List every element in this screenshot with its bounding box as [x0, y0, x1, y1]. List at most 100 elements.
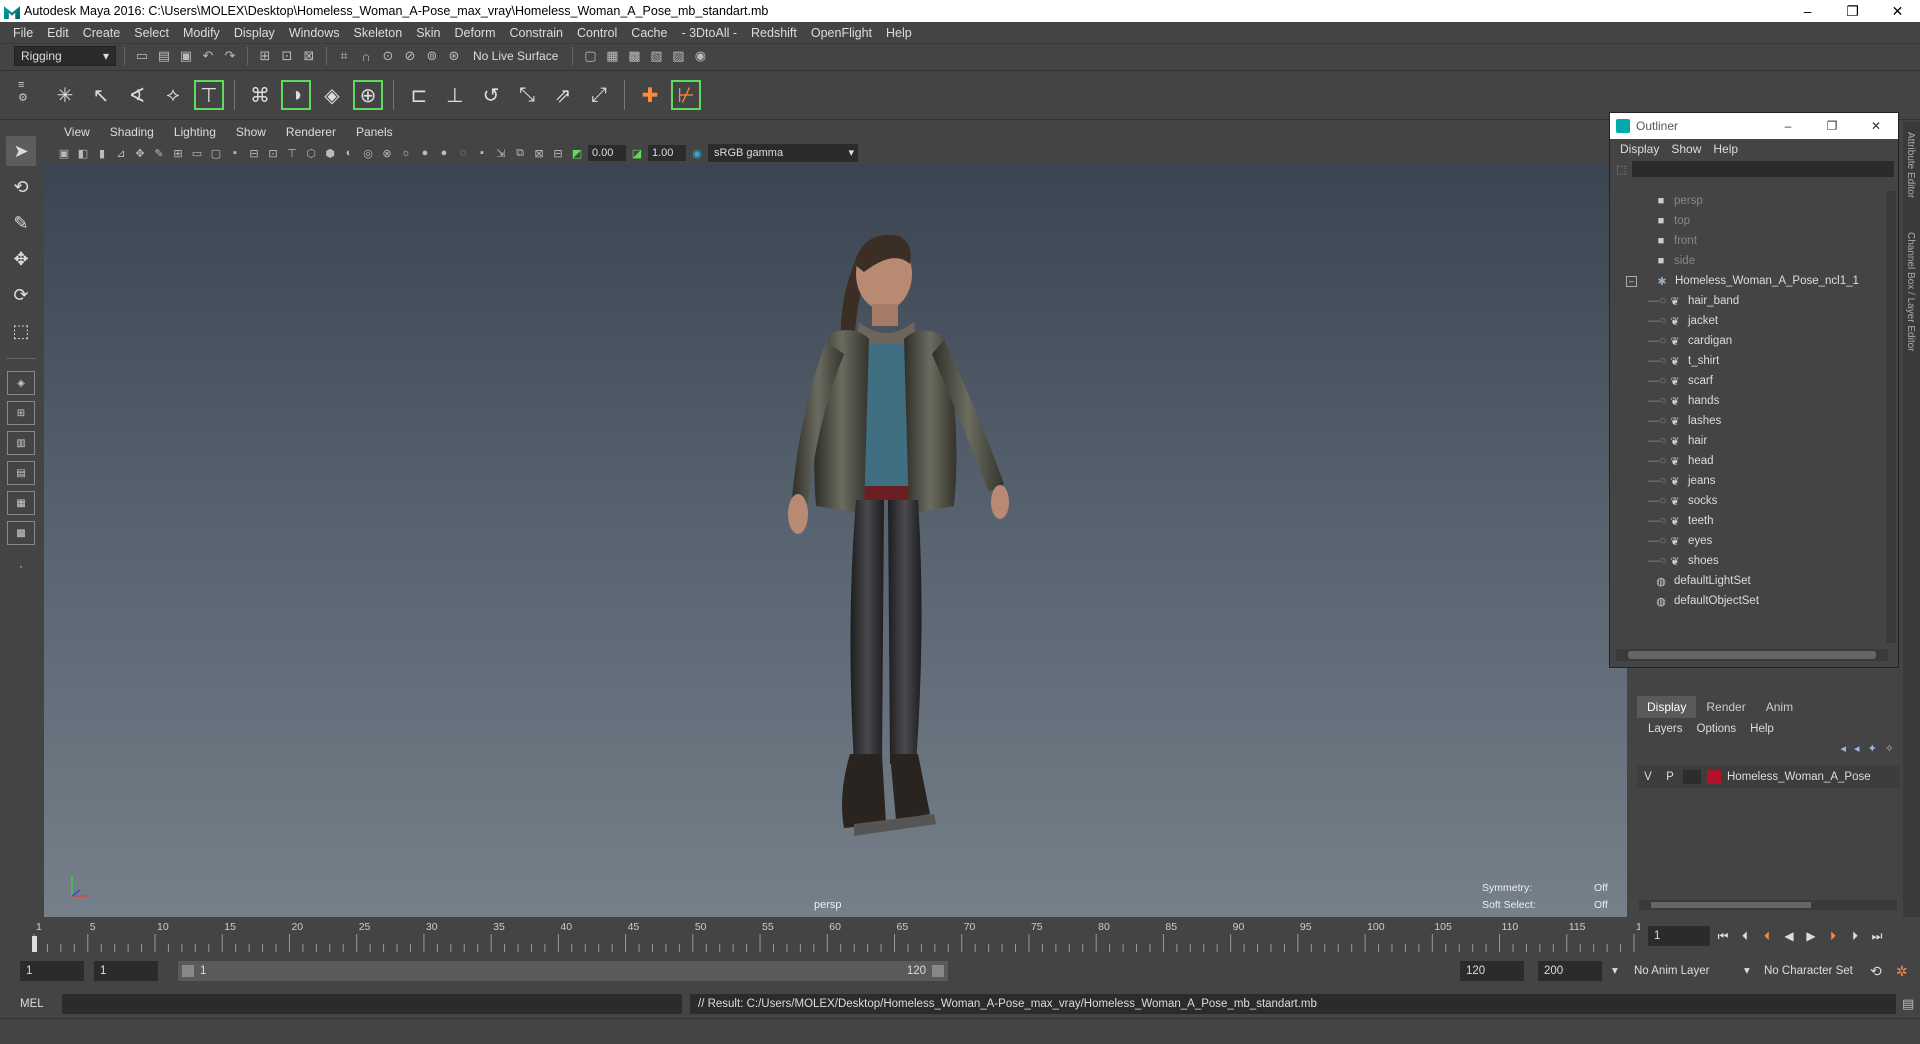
preferences-icon[interactable]: ✲	[1896, 961, 1908, 981]
more-layouts-icon[interactable]: ·	[6, 551, 36, 581]
go-to-end-icon[interactable]: ⏭	[1868, 929, 1886, 944]
play-forward-icon[interactable]: ▶	[1802, 929, 1820, 943]
snap-point-icon[interactable]: ⊙	[379, 47, 397, 65]
resolution-gate-icon[interactable]: ▢	[208, 145, 224, 161]
ik-handle-icon[interactable]: ↖	[86, 80, 116, 110]
history-icon[interactable]: ▢	[581, 47, 599, 65]
playback-start-field[interactable]: 1	[94, 961, 158, 981]
grid-icon[interactable]: ⊞	[170, 145, 186, 161]
grease-pencil-icon[interactable]: ✎	[151, 145, 167, 161]
list-item[interactable]: —○ ❦ scarf	[1610, 371, 1886, 391]
outliner-minimize-button[interactable]: –	[1766, 119, 1810, 133]
list-item[interactable]: ■ persp	[1610, 191, 1886, 211]
tab-display[interactable]: Display	[1637, 696, 1697, 718]
exposure-icon[interactable]: ◩	[569, 145, 585, 161]
menu-openflight[interactable]: OpenFlight	[804, 26, 879, 40]
live-surface-icon[interactable]: ⊛	[445, 47, 463, 65]
new-scene-icon[interactable]: ▭	[133, 47, 151, 65]
menu-skin[interactable]: Skin	[409, 26, 447, 40]
shadows-icon[interactable]: ●	[436, 145, 452, 161]
render-settings-icon[interactable]: ▨	[669, 47, 687, 65]
safe-action-icon[interactable]: ⊡	[265, 145, 281, 161]
xray-icon[interactable]: ⊗	[379, 145, 395, 161]
outliner-maximize-button[interactable]: ❐	[1810, 119, 1854, 133]
save-scene-icon[interactable]: ▣	[177, 47, 195, 65]
outliner-horizontal-scrollbar[interactable]	[1616, 649, 1888, 661]
list-item[interactable]: —○ ❦ hair	[1610, 431, 1886, 451]
2d-pan-zoom-icon[interactable]: ✥	[132, 145, 148, 161]
layer-horizontal-scrollbar[interactable]	[1639, 900, 1897, 910]
persp-outliner-layout-icon[interactable]: ▥	[7, 431, 35, 455]
isolate-select-icon[interactable]: ⧉	[512, 145, 528, 161]
menu-modify[interactable]: Modify	[176, 26, 227, 40]
list-item[interactable]: —○ ❦ hands	[1610, 391, 1886, 411]
menu-display[interactable]: Display	[227, 26, 282, 40]
list-item[interactable]: – ✱ Homeless_Woman_A_Pose_ncl1_1	[1610, 271, 1886, 291]
gamma-field[interactable]: 1.00	[648, 145, 686, 161]
motion-blur-icon[interactable]: ▪	[474, 145, 490, 161]
auto-key-icon[interactable]: ⟲	[1870, 961, 1882, 981]
menu-constrain[interactable]: Constrain	[503, 26, 571, 40]
close-button[interactable]: ✕	[1875, 0, 1920, 22]
render-frame-icon[interactable]: ▩	[625, 47, 643, 65]
tab-anim[interactable]: Anim	[1756, 696, 1803, 718]
menu-cache[interactable]: Cache	[624, 26, 674, 40]
set-driven-key-icon[interactable]: ⊬	[671, 80, 701, 110]
menu-control[interactable]: Control	[570, 26, 624, 40]
layer-display-type[interactable]	[1683, 770, 1701, 784]
character-set-dropdown[interactable]: No Character Set	[1764, 961, 1853, 981]
outliner-persp-graph-layout-icon[interactable]: ▦	[7, 491, 35, 515]
menu-skeleton[interactable]: Skeleton	[347, 26, 410, 40]
persp-graph-layout-icon[interactable]: ▤	[7, 461, 35, 485]
lasso-tool-icon[interactable]: ⟲	[6, 172, 36, 202]
range-slider[interactable]: 1 120	[178, 961, 948, 981]
playback-end-field[interactable]: 120	[1460, 961, 1524, 981]
snap-view-icon[interactable]: ⊘	[401, 47, 419, 65]
new-layer-selected-icon[interactable]: ✧	[1885, 742, 1894, 755]
move-layer-up-icon[interactable]: ◂	[1841, 742, 1847, 755]
snap-surface-icon[interactable]: ⊚	[423, 47, 441, 65]
panel-menu-panels[interactable]: Panels	[346, 125, 403, 139]
go-to-start-icon[interactable]: ⏮	[1714, 929, 1732, 944]
menu-create[interactable]: Create	[76, 26, 128, 40]
time-ruler[interactable]: 1 5 10 15 20 25 30 35 40 45 50 55 60 65 70 75 80 85 90 95 10…	[30, 918, 1640, 954]
panel-menu-lighting[interactable]: Lighting	[164, 125, 226, 139]
list-item[interactable]: —○ ❦ shoes	[1610, 551, 1886, 571]
point-constraint-icon[interactable]: ⊥	[440, 80, 470, 110]
3d-viewport[interactable]: persp Symmetry: Off Soft Select: Off	[44, 164, 1627, 917]
wireframe-icon[interactable]: ⬡	[303, 145, 319, 161]
layer-color-swatch[interactable]	[1707, 770, 1721, 784]
menu-redshift[interactable]: Redshift	[744, 26, 804, 40]
snap-curve-icon[interactable]: ∩	[357, 47, 375, 65]
scale-constraint-icon[interactable]: ⤡	[512, 80, 542, 110]
time-slider[interactable]: 1 5 10 15 20 25 30 35 40 45 50 55 60 65 70 75 80 85 90 95 10…	[22, 918, 1644, 954]
snap-grid-icon[interactable]: ⌗	[335, 47, 353, 65]
menu-3dtoall[interactable]: - 3DtoAll -	[674, 26, 744, 40]
default-material-icon[interactable]: ◐	[341, 145, 357, 161]
layer-row[interactable]: V P Homeless_Woman_A_Pose	[1637, 766, 1900, 788]
outliner-vertical-scrollbar[interactable]	[1886, 191, 1896, 643]
xray-joints-icon[interactable]: ⊠	[531, 145, 547, 161]
menu-select[interactable]: Select	[127, 26, 176, 40]
ipr-render-icon[interactable]: ▧	[647, 47, 665, 65]
smooth-bind-icon[interactable]: ◑	[281, 80, 311, 110]
minimize-button[interactable]: –	[1785, 0, 1830, 22]
list-item[interactable]: ◍ defaultLightSet	[1610, 571, 1886, 591]
use-all-lights-icon[interactable]: ●	[417, 145, 433, 161]
xray-components-icon[interactable]: ⊟	[550, 145, 566, 161]
menu-deform[interactable]: Deform	[448, 26, 503, 40]
paint-weights-icon[interactable]: ◈	[317, 80, 347, 110]
collapse-icon[interactable]: –	[1626, 275, 1637, 287]
character-model[interactable]	[704, 224, 1064, 874]
filter-icon[interactable]: ⬚	[1616, 163, 1626, 176]
undo-icon[interactable]: ↶	[199, 47, 217, 65]
mirror-joint-icon[interactable]: ⟡	[158, 80, 188, 110]
rotate-tool-icon[interactable]: ⟳	[6, 280, 36, 310]
menu-help[interactable]: Help	[879, 26, 919, 40]
list-item[interactable]: ■ side	[1610, 251, 1886, 271]
parent-constraint-icon[interactable]: ⊏	[404, 80, 434, 110]
command-language-label[interactable]: MEL	[0, 998, 60, 1010]
layer-menu-help[interactable]: Help	[1743, 723, 1781, 735]
screen-space-ao-icon[interactable]: ◌	[455, 145, 471, 161]
panel-menu-show[interactable]: Show	[226, 125, 276, 139]
